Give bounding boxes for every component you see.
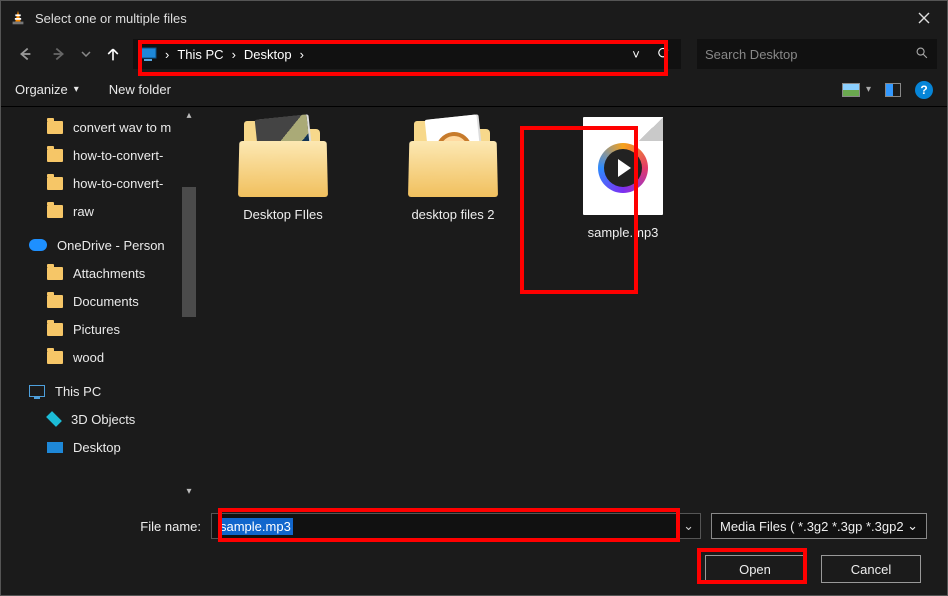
tree-item[interactable]: convert wav to m bbox=[1, 113, 196, 141]
new-folder-button[interactable]: New folder bbox=[109, 82, 171, 97]
cube-icon bbox=[46, 411, 62, 427]
tree-item[interactable]: Desktop bbox=[1, 433, 196, 461]
file-item-selected[interactable]: sample.mp3 bbox=[558, 117, 688, 240]
folder-icon bbox=[47, 177, 63, 190]
tree-label: This PC bbox=[55, 384, 101, 399]
help-button[interactable]: ? bbox=[915, 81, 933, 99]
tree-item[interactable]: how-to-convert- bbox=[1, 169, 196, 197]
folder-icon bbox=[47, 351, 63, 364]
preview-pane-icon bbox=[842, 83, 860, 97]
open-button[interactable]: Open bbox=[705, 555, 805, 583]
file-open-dialog: Select one or multiple files › This PC ›… bbox=[0, 0, 948, 596]
organize-label: Organize bbox=[15, 82, 68, 97]
folder-icon bbox=[47, 267, 63, 280]
dialog-body: convert wav to m how-to-convert- how-to-… bbox=[1, 107, 947, 499]
tree-onedrive[interactable]: OneDrive - Person bbox=[1, 231, 196, 259]
tree-item[interactable]: Documents bbox=[1, 287, 196, 315]
refresh-button[interactable] bbox=[649, 46, 677, 63]
title-bar: Select one or multiple files bbox=[1, 1, 947, 35]
play-icon bbox=[618, 159, 631, 177]
scroll-up-button[interactable]: ▴ bbox=[182, 107, 196, 123]
file-label: Desktop FIles bbox=[243, 207, 322, 222]
folder-item[interactable]: desktop files 2 bbox=[388, 117, 518, 222]
file-name-value: sample.mp3 bbox=[218, 518, 293, 535]
chevron-down-icon: ▾ bbox=[866, 84, 871, 95]
dialog-footer: File name: sample.mp3 ⌄ Media Files ( *.… bbox=[1, 499, 947, 595]
file-type-filter[interactable]: Media Files ( *.3g2 *.3gp *.3gp2 ⌄ bbox=[711, 513, 927, 539]
folder-icon bbox=[47, 205, 63, 218]
tree-item[interactable]: how-to-convert- bbox=[1, 141, 196, 169]
tree-label: convert wav to m bbox=[73, 120, 171, 135]
file-label: desktop files 2 bbox=[411, 207, 494, 222]
toolbar: Organize ▾ New folder ▾ ? bbox=[1, 73, 947, 107]
back-button[interactable] bbox=[11, 40, 39, 68]
media-file-icon bbox=[583, 117, 663, 215]
tree-label: raw bbox=[73, 204, 94, 219]
search-placeholder: Search Desktop bbox=[705, 47, 911, 62]
vlc-icon bbox=[9, 9, 27, 27]
scroll-down-button[interactable]: ▾ bbox=[182, 483, 196, 499]
folder-icon bbox=[47, 323, 63, 336]
tree-thispc[interactable]: This PC bbox=[1, 377, 196, 405]
folder-icon bbox=[47, 149, 63, 162]
folder-icon bbox=[238, 117, 328, 197]
tree-item[interactable]: wood bbox=[1, 343, 196, 371]
breadcrumb-thispc[interactable]: This PC bbox=[175, 45, 225, 64]
chevron-down-icon: ⌄ bbox=[907, 518, 918, 534]
tree-label: how-to-convert- bbox=[73, 148, 163, 163]
tree-item[interactable]: Attachments bbox=[1, 259, 196, 287]
chevron-right-icon: › bbox=[228, 47, 240, 62]
pc-icon bbox=[137, 45, 159, 63]
search-input[interactable]: Search Desktop bbox=[697, 39, 937, 69]
tree-label: Desktop bbox=[73, 440, 121, 455]
file-list[interactable]: Desktop FIles desktop files 2 sample.mp3 bbox=[196, 107, 947, 499]
tree-item[interactable]: 3D Objects bbox=[1, 405, 196, 433]
tree-label: Pictures bbox=[73, 322, 120, 337]
close-button[interactable] bbox=[901, 1, 947, 35]
tree-label: OneDrive - Person bbox=[57, 238, 165, 253]
cloud-icon bbox=[29, 239, 47, 251]
nav-tree: convert wav to m how-to-convert- how-to-… bbox=[1, 107, 196, 499]
file-label: sample.mp3 bbox=[588, 225, 659, 240]
search-icon bbox=[911, 46, 929, 63]
tree-item[interactable]: Pictures bbox=[1, 315, 196, 343]
folder-icon bbox=[408, 117, 498, 197]
desktop-icon bbox=[47, 442, 63, 453]
tree-label: Attachments bbox=[73, 266, 145, 281]
details-pane-button[interactable] bbox=[885, 83, 901, 97]
folder-icon bbox=[47, 121, 63, 134]
tree-label: how-to-convert- bbox=[73, 176, 163, 191]
nav-row: › This PC › Desktop › ˅ Search Desktop bbox=[1, 35, 947, 73]
folder-item[interactable]: Desktop FIles bbox=[218, 117, 348, 222]
breadcrumb-desktop[interactable]: Desktop bbox=[242, 45, 294, 64]
recent-dropdown[interactable] bbox=[79, 40, 93, 68]
pc-icon bbox=[29, 385, 45, 397]
chevron-right-icon: › bbox=[161, 47, 173, 62]
tree-label: Documents bbox=[73, 294, 139, 309]
file-name-label: File name: bbox=[21, 519, 201, 534]
chevron-down-icon[interactable]: ⌄ bbox=[683, 518, 694, 534]
view-icons: ▾ ? bbox=[842, 81, 933, 99]
breadcrumb-bar[interactable]: › This PC › Desktop › ˅ bbox=[133, 39, 681, 69]
chevron-down-icon: ▾ bbox=[74, 84, 79, 95]
tree-label: wood bbox=[73, 350, 104, 365]
preview-pane-button[interactable]: ▾ bbox=[842, 83, 871, 97]
tree-item[interactable]: raw bbox=[1, 197, 196, 225]
cancel-button[interactable]: Cancel bbox=[821, 555, 921, 583]
breadcrumb-dropdown[interactable]: ˅ bbox=[625, 47, 647, 62]
scrollbar-thumb[interactable] bbox=[182, 187, 196, 317]
organize-menu[interactable]: Organize ▾ bbox=[15, 82, 79, 97]
forward-button[interactable] bbox=[45, 40, 73, 68]
window-title: Select one or multiple files bbox=[35, 11, 901, 26]
chevron-right-icon: › bbox=[296, 47, 308, 62]
tree-label: 3D Objects bbox=[71, 412, 135, 427]
filter-label: Media Files ( *.3g2 *.3gp *.3gp2 bbox=[720, 519, 904, 534]
file-name-input[interactable]: sample.mp3 ⌄ bbox=[211, 513, 701, 539]
up-button[interactable] bbox=[99, 40, 127, 68]
folder-icon bbox=[47, 295, 63, 308]
